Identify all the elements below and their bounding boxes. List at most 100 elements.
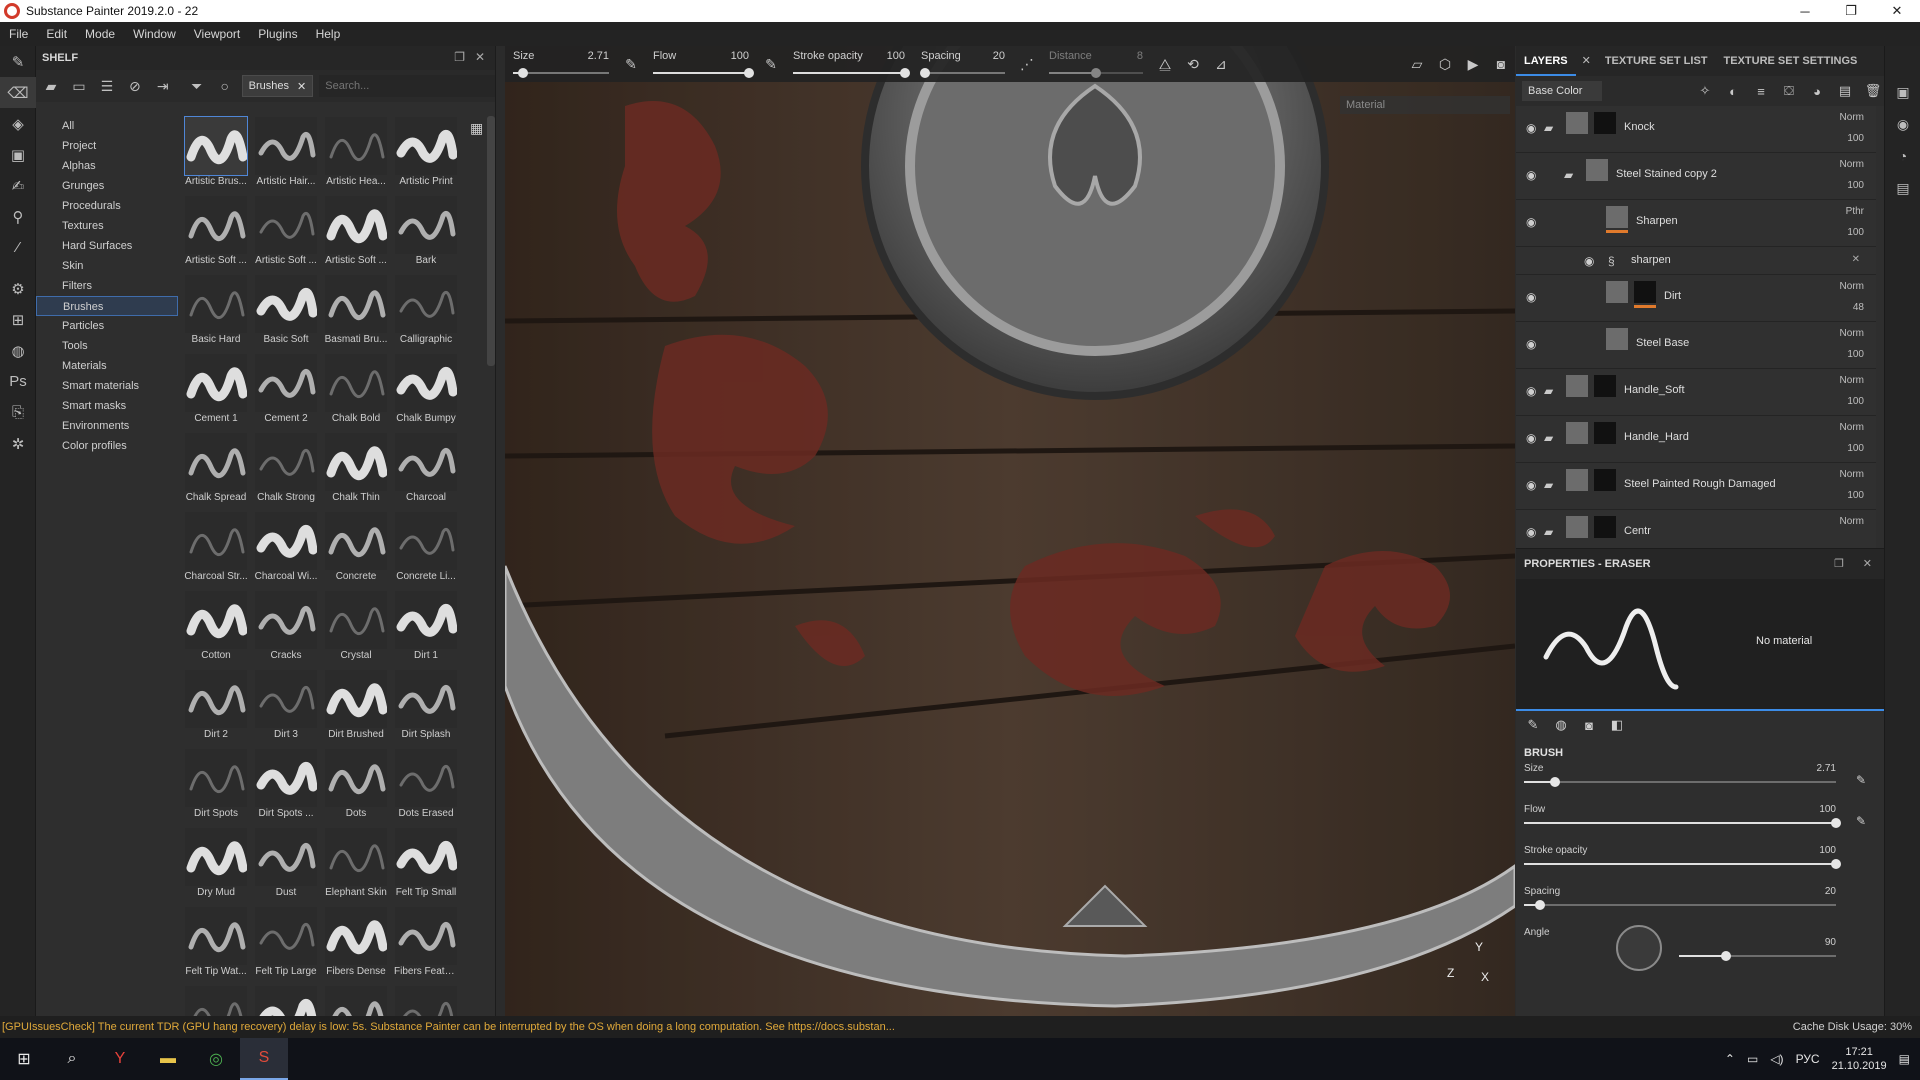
brush-item[interactable]: Fibers Dense xyxy=(324,906,388,984)
slider-value[interactable]: 20 xyxy=(1825,886,1836,897)
brush-item[interactable]: Chalk Strong xyxy=(254,432,318,510)
layer-row[interactable]: ◉ Sharpen Pthr 100 xyxy=(1516,200,1876,247)
import-icon[interactable]: ⇥ xyxy=(152,75,174,97)
slider-handle[interactable] xyxy=(1534,900,1545,910)
pen-pressure-icon[interactable]: ✎ xyxy=(1856,773,1866,787)
blend-mode-dropdown[interactable]: Norm xyxy=(1840,469,1864,480)
substance-painter-taskbar-icon[interactable]: S xyxy=(240,1038,288,1080)
bake-icon[interactable]: ⊞ xyxy=(0,304,36,335)
remove-filter-icon[interactable]: ✕ xyxy=(1852,254,1860,265)
category-item[interactable]: Hard Surfaces xyxy=(36,236,178,256)
close-panel-icon[interactable]: ✕ xyxy=(475,50,485,64)
brush-item[interactable]: Chalk Thin xyxy=(324,432,388,510)
category-item[interactable]: Procedurals xyxy=(36,196,178,216)
slider-handle[interactable] xyxy=(1091,68,1101,78)
category-item[interactable]: Environments xyxy=(36,416,178,436)
opacity-field[interactable]: 100 xyxy=(1847,490,1864,501)
opacity-field[interactable]: 100 xyxy=(1847,227,1864,238)
category-item[interactable]: Color profiles xyxy=(36,436,178,456)
tab-layers[interactable]: LAYERS xyxy=(1516,46,1576,76)
visibility-eye-icon[interactable]: ◉ xyxy=(1584,254,1594,268)
blend-mode-dropdown[interactable]: Norm xyxy=(1840,516,1864,527)
layer-row[interactable]: ◉ Dirt Norm 48 xyxy=(1516,275,1876,322)
slider-value[interactable]: 100 xyxy=(1819,845,1836,856)
visibility-eye-icon[interactable]: ◉ xyxy=(1526,525,1536,539)
brush-item[interactable] xyxy=(254,985,318,1016)
brush-item[interactable] xyxy=(394,985,458,1016)
settings-icon[interactable]: ⚙ xyxy=(0,273,36,304)
history-icon[interactable]: ◔ xyxy=(1885,140,1920,172)
slider-track[interactable] xyxy=(1524,777,1836,787)
volume-icon[interactable]: ◁) xyxy=(1770,1052,1783,1066)
chrome-icon[interactable]: ◎ xyxy=(192,1038,240,1080)
blend-mode-dropdown[interactable]: Norm xyxy=(1840,281,1864,292)
brush-item[interactable]: Basmati Bru... xyxy=(324,274,388,352)
add-fill-layer-icon[interactable]: ≡ xyxy=(1750,80,1772,102)
folder-icon[interactable]: ▰ xyxy=(1544,431,1553,445)
brush-item[interactable]: Dirt Spots ... xyxy=(254,748,318,826)
size-slider[interactable]: Size 2.71 xyxy=(505,46,617,82)
brush-item[interactable]: Dirt 2 xyxy=(184,669,248,747)
brush-slider[interactable]: Stroke opacity 100 xyxy=(1524,841,1876,882)
slider-handle[interactable] xyxy=(517,68,528,78)
brush-item[interactable]: Charcoal xyxy=(394,432,458,510)
align-icon[interactable]: ⊿ xyxy=(1207,46,1235,82)
slider-value[interactable]: 2.71 xyxy=(1817,763,1836,774)
pen-pressure-icon[interactable]: ✎ xyxy=(617,46,645,82)
brush-item[interactable]: Felt Tip Wat... xyxy=(184,906,248,984)
brush-item[interactable]: Dirt Spots xyxy=(184,748,248,826)
angle-track[interactable] xyxy=(1679,951,1836,961)
category-item[interactable]: All xyxy=(36,116,178,136)
layer-row[interactable]: ◉ ▰ Steel Stained copy 2 Norm 100 xyxy=(1516,153,1876,200)
visibility-eye-icon[interactable]: ◉ xyxy=(1526,215,1536,229)
pen-pressure-icon[interactable]: ✎ xyxy=(1856,814,1866,828)
alpha-tab-icon[interactable]: ◙ xyxy=(1580,716,1598,734)
brush-item[interactable]: Artistic Soft ... xyxy=(324,195,388,273)
brush-item[interactable]: Concrete Li... xyxy=(394,511,458,589)
add-paint-layer-icon[interactable]: ⛋ xyxy=(1778,80,1800,102)
add-smart-icon[interactable]: ◕ xyxy=(1806,80,1828,102)
visibility-eye-icon[interactable]: ◉ xyxy=(1526,384,1536,398)
category-item[interactable]: Grunges xyxy=(36,176,178,196)
filter-row[interactable]: ◉ § sharpen ✕ xyxy=(1516,247,1876,275)
category-item[interactable]: Brushes xyxy=(36,296,178,316)
log-icon[interactable]: ▤ xyxy=(1885,172,1920,204)
slider-track[interactable] xyxy=(1524,900,1836,910)
category-item[interactable]: Textures xyxy=(36,216,178,236)
brush-item[interactable]: Artistic Print xyxy=(394,116,458,194)
brush-item[interactable]: Artistic Soft ... xyxy=(254,195,318,273)
viewport-3d-icon[interactable]: ⬡ xyxy=(1431,46,1459,82)
opacity-field[interactable]: 100 xyxy=(1847,396,1864,407)
environment-icon[interactable]: ◉ xyxy=(1885,108,1920,140)
visibility-eye-icon[interactable]: ◉ xyxy=(1526,121,1536,135)
brush-item[interactable]: Cement 1 xyxy=(184,353,248,431)
category-item[interactable]: Skin xyxy=(36,256,178,276)
visibility-eye-icon[interactable]: ◉ xyxy=(1526,337,1536,351)
camera-icon[interactable]: ▶ xyxy=(1459,46,1487,82)
viewport-2d-icon[interactable]: ▱ xyxy=(1403,46,1431,82)
add-effect-icon[interactable]: ✧ xyxy=(1694,80,1716,102)
brush-item[interactable]: Basic Hard xyxy=(184,274,248,352)
menu-file[interactable]: File xyxy=(0,27,37,41)
angle-dial[interactable] xyxy=(1616,925,1662,971)
menu-viewport[interactable]: Viewport xyxy=(185,27,249,41)
menu-window[interactable]: Window xyxy=(124,27,185,41)
folder-icon[interactable]: ▰ xyxy=(1564,168,1573,182)
category-item[interactable]: Filters xyxy=(36,276,178,296)
brush-item[interactable] xyxy=(184,985,248,1016)
slider-handle[interactable] xyxy=(1831,818,1841,828)
new-page-icon[interactable]: ▭ xyxy=(68,75,90,97)
menu-help[interactable]: Help xyxy=(307,27,350,41)
grid-view-icon[interactable]: ▦ xyxy=(470,120,483,137)
brush-item[interactable]: Dirt Brushed xyxy=(324,669,388,747)
size-track[interactable] xyxy=(513,68,609,78)
layer-row[interactable]: ◉ ▰ Steel Painted Rough Damaged Norm 100 xyxy=(1516,463,1876,510)
clock[interactable]: 17:21 21.10.2019 xyxy=(1832,1045,1887,1073)
hide-icon[interactable]: ⊘ xyxy=(124,75,146,97)
projection-icon[interactable]: ◈ xyxy=(0,108,36,139)
file-explorer-icon[interactable]: ▬ xyxy=(144,1038,192,1080)
pen-pressure-icon[interactable]: ✎ xyxy=(757,46,785,82)
category-item[interactable]: Particles xyxy=(36,316,178,336)
blend-mode-dropdown[interactable]: Norm xyxy=(1840,328,1864,339)
opacity-field[interactable]: 48 xyxy=(1853,302,1864,313)
